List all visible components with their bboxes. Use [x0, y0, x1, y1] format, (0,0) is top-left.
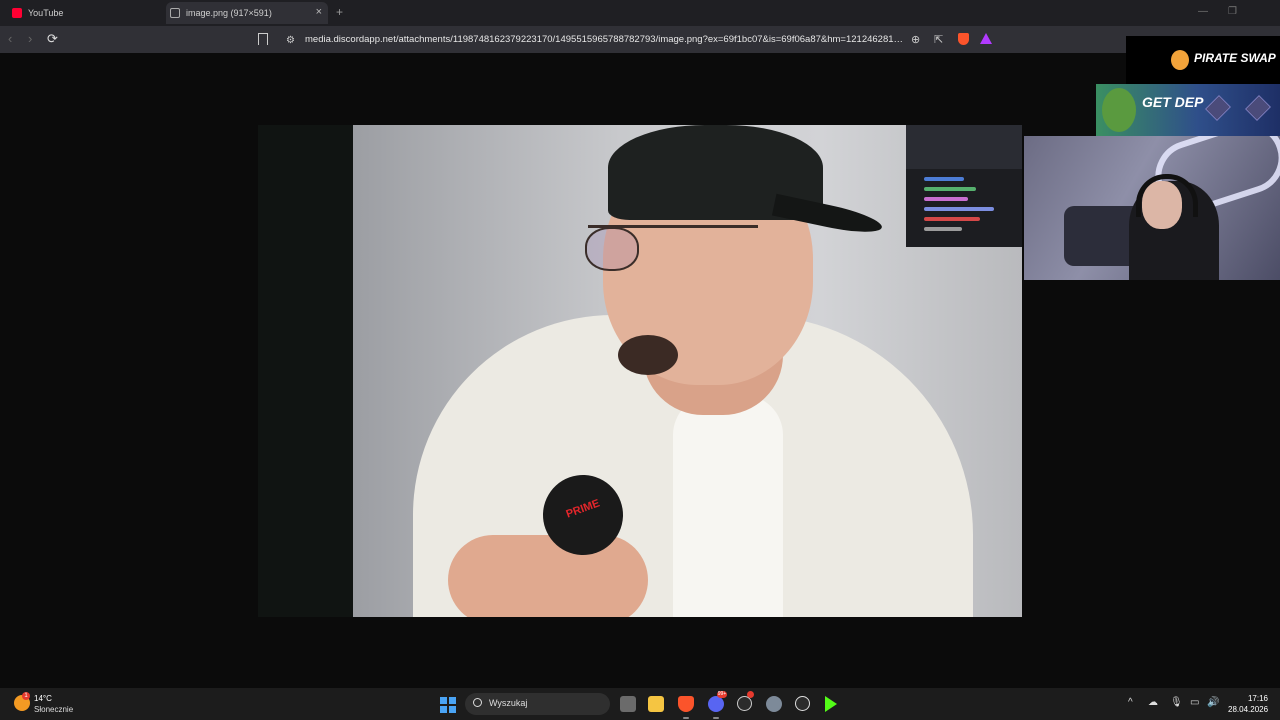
chat-line — [924, 197, 968, 201]
notification-badge: 1 — [22, 692, 30, 700]
tab-strip: YouTube image.png (917×591) × + — ❐ — [0, 0, 1280, 26]
beard — [618, 335, 678, 375]
clock-time: 17:16 — [1247, 694, 1268, 703]
globe-icon — [170, 8, 180, 18]
chat-line — [924, 187, 976, 191]
system-clock[interactable]: 17:16 28.04.2026 — [1228, 693, 1268, 715]
start-button[interactable] — [440, 697, 456, 713]
chat-line — [924, 217, 980, 221]
site-info-icon[interactable]: ⚙ — [286, 35, 295, 46]
app-badge — [747, 691, 754, 698]
brave-shields-icon[interactable] — [958, 33, 969, 45]
weather-temperature: 14°C — [34, 694, 52, 703]
chevron-up-icon[interactable]: ^ — [1128, 697, 1133, 708]
file-explorer-icon[interactable] — [648, 696, 664, 712]
viewed-image[interactable]: PRIME — [353, 125, 1022, 617]
reload-button[interactable]: ⟳ — [47, 31, 58, 47]
taskbar: 1 14°C Słonecznie Wyszukaj 99+ ^ ☁ 🎙 ▭ 🔊… — [0, 688, 1280, 720]
discord-badge: 99+ — [717, 691, 727, 698]
discord-icon[interactable] — [708, 696, 724, 712]
address-bar[interactable]: media.discordapp.net/attachments/1198748… — [305, 34, 905, 45]
gem-icon — [1205, 95, 1231, 121]
sponsor-logo-text: PIRATE SWAP — [1194, 51, 1276, 65]
tab-youtube[interactable]: YouTube — [8, 2, 158, 24]
minimize-icon[interactable]: — — [1198, 6, 1208, 17]
task-view-icon[interactable] — [620, 696, 636, 712]
sponsor-banner: GET DEP — [1096, 84, 1280, 136]
white-tee — [673, 395, 783, 617]
obs-icon[interactable] — [795, 696, 810, 711]
chat-line — [924, 207, 994, 211]
cloud-icon[interactable]: ☁ — [1148, 697, 1158, 708]
volume-icon[interactable]: 🔊 — [1207, 697, 1219, 708]
mascot-image — [1102, 88, 1136, 132]
running-indicator — [683, 717, 689, 719]
kick-icon[interactable] — [825, 696, 837, 712]
zoom-icon[interactable]: ⊕ — [911, 33, 920, 46]
share-icon[interactable]: ⇱ — [934, 33, 943, 46]
close-tab-icon[interactable]: × — [316, 6, 322, 18]
hands — [448, 535, 648, 617]
network-icon[interactable]: ▭ — [1190, 697, 1199, 708]
tab-title: image.png (917×591) — [186, 8, 272, 18]
webcam-overlay — [1024, 136, 1280, 280]
chat-cam-thumbnail — [906, 125, 1022, 169]
gem-icon — [1245, 95, 1271, 121]
brave-browser-icon[interactable] — [678, 696, 694, 712]
weather-condition: Słonecznie — [34, 705, 74, 714]
forward-button[interactable]: › — [28, 31, 32, 46]
tab-title: YouTube — [28, 8, 64, 18]
sponsor-banner-text: GET DEP — [1142, 94, 1204, 110]
running-indicator — [713, 717, 719, 719]
bookmark-icon[interactable] — [258, 33, 268, 45]
chat-line — [924, 177, 964, 181]
settings-icon[interactable] — [766, 696, 782, 712]
windows-logo-icon — [440, 697, 447, 704]
search-placeholder: Wyszukaj — [489, 698, 528, 708]
stream-chat-overlay — [906, 125, 1022, 247]
tab-image[interactable]: image.png (917×591) × — [166, 2, 328, 24]
youtube-icon — [12, 8, 22, 18]
pirate-mascot-icon — [1171, 50, 1189, 70]
clock-date: 28.04.2026 — [1228, 705, 1269, 714]
image-left-edge — [258, 125, 353, 617]
back-button[interactable]: ‹ — [8, 31, 12, 46]
taskbar-search[interactable]: Wyszukaj — [465, 693, 610, 715]
new-tab-button[interactable]: + — [336, 5, 343, 19]
glasses-lens — [585, 227, 639, 271]
microphone-icon[interactable]: 🎙 — [1170, 697, 1183, 708]
chat-line — [924, 227, 962, 231]
search-icon — [473, 698, 482, 707]
clock-app-icon[interactable] — [737, 696, 752, 711]
brave-rewards-icon[interactable] — [980, 33, 992, 44]
restore-icon[interactable]: ❐ — [1228, 6, 1237, 17]
sponsor-logo-overlay: PIRATE SWAP — [1126, 36, 1280, 84]
